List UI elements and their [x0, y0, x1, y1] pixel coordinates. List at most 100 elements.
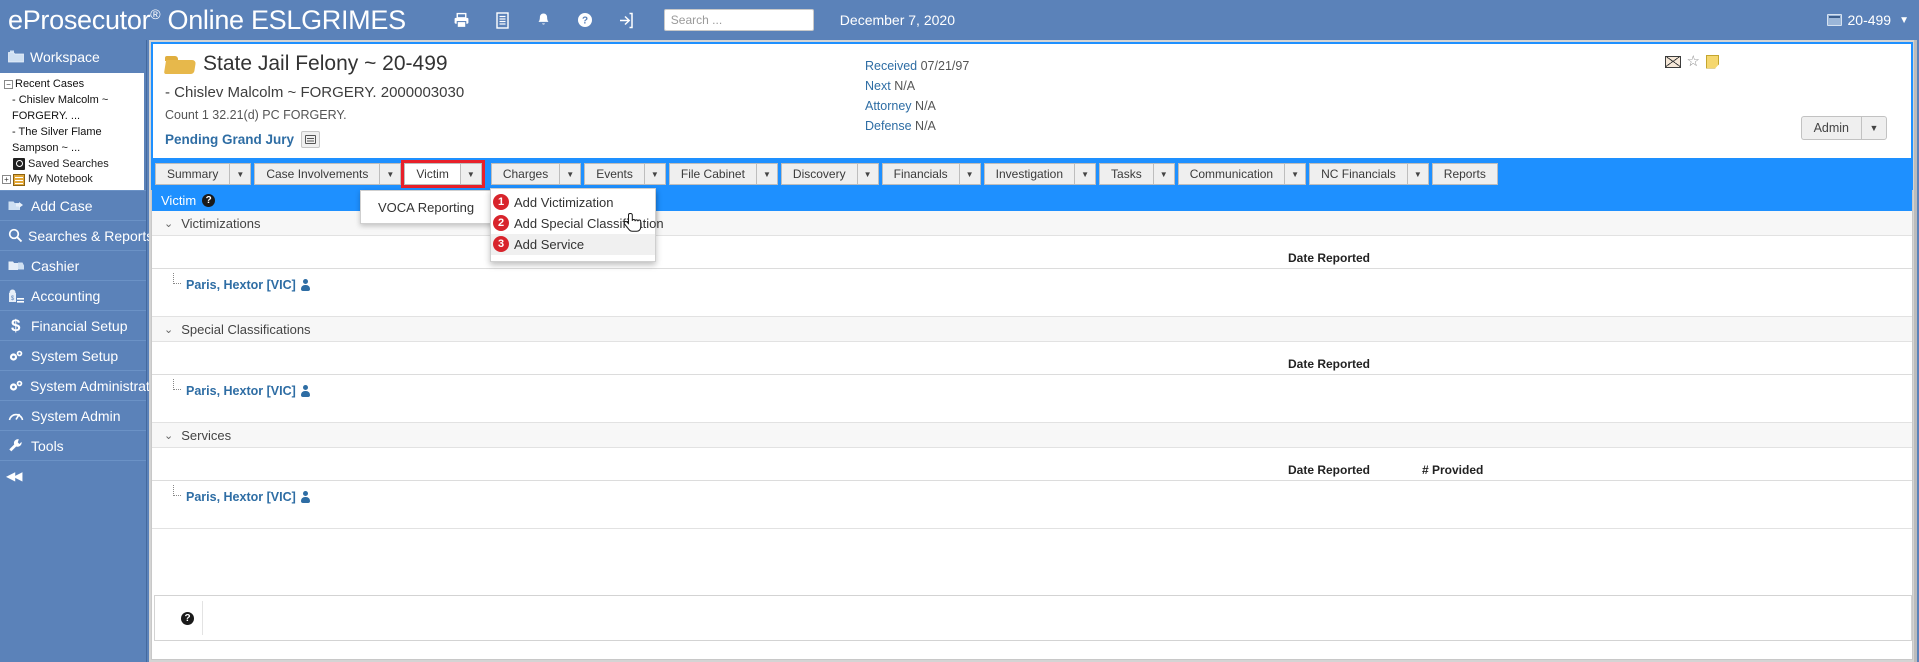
chevron-down-icon[interactable]: ▼: [1153, 163, 1175, 185]
chevron-down-icon[interactable]: ▼: [380, 163, 402, 185]
tab-communication[interactable]: Communication ▼: [1177, 163, 1307, 185]
tree-item-case-1[interactable]: - Chislev Malcolm ~ FORGERY. ...: [2, 92, 144, 124]
my-notebook-label: My Notebook: [28, 173, 93, 185]
chevron-down-icon[interactable]: ⌄: [164, 429, 173, 442]
tab-charges[interactable]: Charges ▼: [490, 163, 582, 185]
tree-item-saved-searches[interactable]: Saved Searches: [2, 156, 144, 172]
meta-key-next[interactable]: Next: [865, 79, 891, 93]
tab-summary[interactable]: Summary ▼: [155, 163, 252, 185]
tab-label-tasks[interactable]: Tasks: [1099, 163, 1154, 185]
chevron-down-icon[interactable]: ▼: [756, 163, 778, 185]
tab-label-nc-financials[interactable]: NC Financials: [1309, 163, 1408, 185]
footer-help-button[interactable]: ?: [173, 601, 203, 635]
tab-label-financials[interactable]: Financials: [881, 163, 960, 185]
section-special-classifications: ⌄ Special Classifications Date Reported …: [152, 317, 1912, 423]
tab-label-reports[interactable]: Reports: [1431, 163, 1498, 185]
tab-label-communication[interactable]: Communication: [1177, 163, 1286, 185]
step-badge-1: 1: [493, 194, 509, 210]
menu-item-add-service[interactable]: 3 Add Service: [491, 234, 655, 255]
chevron-down-icon[interactable]: ▼: [1407, 163, 1429, 185]
sidebar-collapse-button[interactable]: ◀◀: [0, 460, 146, 490]
tree-node-recent-cases[interactable]: − Recent Cases: [2, 77, 144, 92]
bell-icon[interactable]: [534, 10, 554, 30]
help-icon[interactable]: ?: [202, 194, 216, 207]
meta-key-attorney[interactable]: Attorney: [865, 99, 912, 113]
case-folder-icon: [1826, 14, 1842, 26]
tree-item-my-notebook[interactable]: + My Notebook: [2, 172, 144, 187]
tab-label-events[interactable]: Events: [584, 163, 645, 185]
current-date-label: December 7, 2020: [839, 12, 955, 28]
menu-item-add-victimization[interactable]: 1 Add Victimization: [491, 192, 655, 213]
menu-item-voca-reporting[interactable]: VOCA Reporting: [361, 200, 474, 215]
notebook-expander-icon[interactable]: +: [2, 175, 11, 184]
chevron-down-icon[interactable]: ▼: [560, 163, 582, 185]
tab-victim[interactable]: Victim ▼: [401, 160, 485, 188]
sidebar-item-tools[interactable]: Tools: [0, 430, 146, 460]
tree-label-recent-cases: Recent Cases: [15, 78, 85, 90]
chevron-down-icon[interactable]: ▼: [644, 163, 666, 185]
sticky-note-icon[interactable]: [1706, 54, 1719, 69]
tab-label-investigation[interactable]: Investigation: [983, 163, 1076, 185]
sidebar-item-financial-setup[interactable]: $ Financial Setup: [0, 310, 146, 340]
vertical-scrollbar[interactable]: [1914, 40, 1917, 662]
admin-chevron-down-icon[interactable]: ▼: [1861, 116, 1887, 140]
tab-case-involvements[interactable]: Case Involvements ▼: [254, 163, 402, 185]
sidebar-item-searches-reports[interactable]: Searches & Reports: [0, 220, 153, 250]
section-body-victimizations: Paris, Hextor [VIC]: [152, 269, 1912, 316]
tab-file-cabinet[interactable]: File Cabinet ▼: [668, 163, 778, 185]
admin-split-button[interactable]: Admin ▼: [1800, 116, 1887, 140]
tab-label-charges[interactable]: Charges: [490, 163, 561, 185]
tab-nc-financials[interactable]: NC Financials ▼: [1309, 163, 1429, 185]
help-icon[interactable]: ?: [575, 10, 595, 30]
tab-investigation[interactable]: Investigation ▼: [983, 163, 1097, 185]
tab-label-victim[interactable]: Victim: [404, 163, 461, 185]
status-note-icon[interactable]: [301, 131, 321, 148]
tab-reports[interactable]: Reports: [1431, 163, 1498, 185]
tab-financials[interactable]: Financials ▼: [881, 163, 981, 185]
tab-tasks[interactable]: Tasks ▼: [1099, 163, 1175, 185]
status-badge[interactable]: Pending Grand Jury: [165, 132, 294, 147]
chevron-down-icon[interactable]: ▼: [1285, 163, 1307, 185]
mail-icon[interactable]: [1664, 55, 1681, 68]
chevron-down-icon[interactable]: ⌄: [164, 323, 173, 336]
chevron-down-icon[interactable]: ▼: [230, 163, 252, 185]
print-icon[interactable]: [452, 10, 472, 30]
sidebar-item-system-administration[interactable]: System Administration: [0, 370, 169, 400]
list-item[interactable]: Paris, Hextor [VIC]: [173, 379, 310, 398]
search-input[interactable]: [663, 9, 814, 31]
recent-cases-tree: − Recent Cases - Chislev Malcolm ~ FORGE…: [0, 73, 144, 190]
chevron-down-icon[interactable]: ▼: [1075, 163, 1097, 185]
sidebar-item-system-admin[interactable]: System Admin: [0, 400, 146, 430]
left-sidebar: Workspace − Recent Cases - Chislev Malco…: [0, 40, 169, 662]
sidebar-item-system-setup[interactable]: System Setup: [0, 340, 146, 370]
star-icon[interactable]: ☆: [1687, 54, 1700, 69]
sidebar-item-workspace[interactable]: Workspace: [0, 40, 146, 73]
meta-value-attorney: N/A: [915, 99, 936, 113]
section-header-services[interactable]: ⌄ Services: [152, 423, 1912, 448]
chevron-down-icon[interactable]: ▼: [460, 163, 482, 185]
chevron-down-icon[interactable]: ⌄: [164, 217, 173, 230]
tab-label-case-involvements[interactable]: Case Involvements: [254, 163, 381, 185]
meta-key-received[interactable]: Received: [865, 59, 917, 73]
tab-label-discovery[interactable]: Discovery: [780, 163, 858, 185]
list-item[interactable]: Paris, Hextor [VIC]: [173, 273, 310, 292]
tab-events[interactable]: Events ▼: [584, 163, 666, 185]
logout-icon[interactable]: [616, 10, 636, 30]
sidebar-item-accounting[interactable]: $ Accounting: [0, 280, 146, 310]
chevron-down-icon[interactable]: ▼: [959, 163, 981, 185]
sidebar-item-cashier[interactable]: Cashier: [0, 250, 146, 280]
menu-item-add-special-classification[interactable]: 2 Add Special Classification: [491, 213, 664, 234]
tab-discovery[interactable]: Discovery ▼: [780, 163, 879, 185]
meta-key-defense[interactable]: Defense: [865, 119, 912, 133]
tab-label-summary[interactable]: Summary: [155, 163, 231, 185]
tree-expander-icon[interactable]: −: [4, 80, 13, 89]
list-item[interactable]: Paris, Hextor [VIC]: [173, 485, 310, 504]
section-header-special-classifications[interactable]: ⌄ Special Classifications: [152, 317, 1912, 342]
tab-label-file-cabinet[interactable]: File Cabinet: [668, 163, 757, 185]
document-icon[interactable]: [493, 10, 513, 30]
admin-button-label[interactable]: Admin: [1800, 116, 1861, 140]
active-case-selector[interactable]: 20-499 ▼: [1826, 0, 1909, 40]
chevron-down-icon[interactable]: ▼: [857, 163, 879, 185]
tree-item-case-2[interactable]: - The Silver Flame Sampson ~ ...: [2, 124, 144, 156]
sidebar-item-add-case[interactable]: Add Case: [0, 190, 146, 220]
